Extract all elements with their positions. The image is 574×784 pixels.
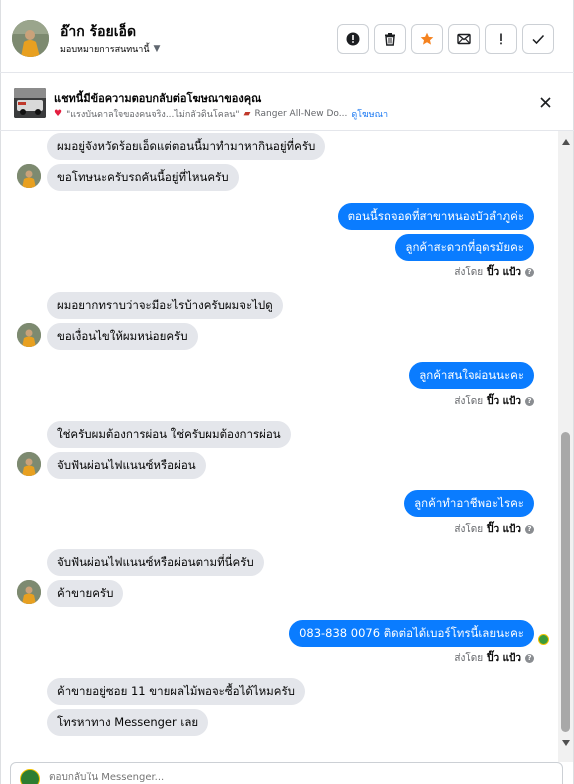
contact-avatar[interactable] <box>12 20 49 57</box>
ad-banner-details: ♥ "แรงบันดาลใจของคนจริง...ไม่กลัวดินโคลน… <box>54 107 388 121</box>
message-incoming[interactable]: ค้าขายครับ <box>47 580 124 607</box>
ad-text-2: Ranger All-New Do... <box>254 109 348 119</box>
message-incoming[interactable]: ผมอยู่จังหวัดร้อยเอ็ดแต่ตอนนี้มาทำมาหากิ… <box>47 133 326 160</box>
contact-avatar-small[interactable] <box>17 452 41 476</box>
alert-circle-icon <box>346 32 360 46</box>
message-incoming[interactable]: ใช่ครับผมต้องการผ่อน ใช่ครับผมต้องการผ่อ… <box>47 421 291 448</box>
mark-unread-button[interactable] <box>448 24 480 54</box>
page-avatar <box>20 769 40 784</box>
report-button[interactable] <box>485 24 517 54</box>
done-button[interactable] <box>522 24 554 54</box>
seen-indicator-avatar <box>538 634 549 645</box>
reply-input[interactable] <box>49 772 449 783</box>
delete-button[interactable] <box>374 24 406 54</box>
sender-name[interactable]: ปิ๊ว แป้ว <box>487 522 521 537</box>
reply-composer <box>10 762 563 784</box>
caret-up-icon <box>561 139 570 145</box>
message-outgoing[interactable]: ลูกค้าสะดวกที่อุดรมัยคะ <box>395 234 534 261</box>
message-incoming[interactable]: ขอเงื่อนไขให้ผมหน่อยครับ <box>47 323 198 350</box>
star-button[interactable] <box>411 24 443 54</box>
heart-emoji-icon: ♥ <box>54 109 63 119</box>
ad-thumbnail[interactable] <box>14 88 46 118</box>
mark-spam-button[interactable] <box>337 24 369 54</box>
message-incoming[interactable]: ผมอยากทราบว่าจะมีอะไรบ้างครับผมจะไปดู <box>47 292 283 319</box>
envelope-icon <box>457 33 471 45</box>
caret-down-icon: ▼ <box>153 44 161 54</box>
info-icon[interactable]: ? <box>525 654 534 663</box>
assignee-label: มอบหมายการสนทนานี้ <box>60 45 150 55</box>
checkmark-icon <box>532 34 545 45</box>
message-incoming[interactable]: ขอโทษนะครับรถคันนี้อยู่ที่ไหนครับ <box>47 164 239 191</box>
caret-down-icon <box>561 740 570 746</box>
ad-text: "แรงบันดาลใจของคนจริง...ไม่กลัวดินโคลน" <box>66 110 240 120</box>
info-icon[interactable]: ? <box>525 397 534 406</box>
view-ad-link[interactable]: ดูโฆษณา <box>351 107 388 121</box>
close-icon <box>539 96 551 108</box>
sender-name[interactable]: ปิ๊ว แป้ว <box>487 651 521 666</box>
message-outgoing[interactable]: ลูกค้าสนใจผ่อนนะคะ <box>409 362 534 389</box>
info-icon[interactable]: ? <box>525 525 534 534</box>
trash-icon <box>385 33 395 46</box>
conversation-header: อ๊าก ร้อยเอ็ด มอบหมายการสนทนานี้ ▼ <box>0 0 574 73</box>
ad-banner-title: แชทนี้มีข้อความตอบกลับต่อโฆษณาของคุณ <box>54 92 262 105</box>
contact-avatar-small[interactable] <box>17 580 41 604</box>
exclamation-icon <box>500 33 502 45</box>
message-incoming[interactable]: ค้าขายอยู่ซอย 11 ขายผลไม้พอจะซื้อได้ไหมค… <box>47 678 305 705</box>
scrollbar-thumb[interactable] <box>561 432 570 732</box>
sent-by-label: ส่งโดย ปิ๊ว แป้ว? <box>454 522 534 537</box>
contact-name[interactable]: อ๊าก ร้อยเอ็ด <box>60 21 136 43</box>
sender-name[interactable]: ปิ๊ว แป้ว <box>487 394 521 409</box>
scroll-up-arrow[interactable] <box>561 138 570 146</box>
close-banner-button[interactable] <box>537 94 553 110</box>
sent-by-label: ส่งโดย ปิ๊ว แป้ว? <box>454 394 534 409</box>
header-actions <box>337 24 554 54</box>
message-incoming[interactable]: จับฟันผ่อนไฟแนนซ์หรือผ่อน <box>47 452 206 479</box>
ad-reply-banner: แชทนี้มีข้อความตอบกลับต่อโฆษณาของคุณ ♥ "… <box>0 73 574 131</box>
message-outgoing[interactable]: ลูกค้าทำอาชีพอะไรคะ <box>404 490 534 517</box>
star-icon <box>420 32 434 45</box>
assign-conversation-dropdown[interactable]: มอบหมายการสนทนานี้ ▼ <box>60 42 160 56</box>
scroll-down-arrow[interactable] <box>561 739 570 747</box>
message-incoming[interactable]: โทรหาทาง Messenger เลย <box>47 709 209 736</box>
message-incoming[interactable]: จับฟันผ่อนไฟแนนซ์หรือผ่อนตามที่นี่ครับ <box>47 549 264 576</box>
contact-avatar-small[interactable] <box>17 164 41 188</box>
sender-name[interactable]: ปิ๊ว แป้ว <box>487 265 521 280</box>
message-outgoing[interactable]: ตอนนี้รถจอดที่สาขาหนองบัวลำภูค่ะ <box>337 203 534 230</box>
contact-avatar-small[interactable] <box>17 323 41 347</box>
message-outgoing[interactable]: 083-838 0076 ติดต่อได้เบอร์โทรนี้เลยนะคะ <box>289 620 534 647</box>
sent-by-label: ส่งโดย ปิ๊ว แป้ว? <box>454 265 534 280</box>
car-emoji-icon: ▰ <box>243 109 251 119</box>
info-icon[interactable]: ? <box>525 268 534 277</box>
message-thread: ผมอยู่จังหวัดร้อยเอ็ดแต่ตอนนี้มาทำมาหากิ… <box>0 131 558 762</box>
sent-by-label: ส่งโดย ปิ๊ว แป้ว? <box>454 651 534 666</box>
